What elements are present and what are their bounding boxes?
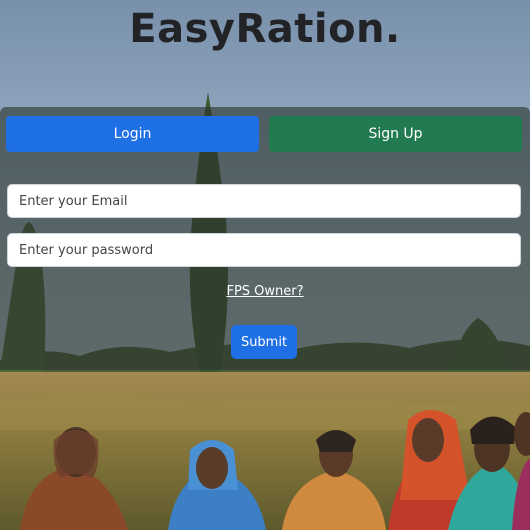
signup-tab[interactable]: Sign Up <box>269 116 522 152</box>
email-input[interactable] <box>7 184 521 218</box>
login-tab[interactable]: Login <box>6 116 259 152</box>
login-page: EasyRation. Login Sign Up FPS Owner? Sub… <box>0 0 530 530</box>
auth-panel: Login Sign Up FPS Owner? Submit <box>0 107 530 370</box>
password-input[interactable] <box>7 233 521 267</box>
app-logo: EasyRation. <box>129 6 401 52</box>
submit-button[interactable]: Submit <box>231 325 297 359</box>
fps-owner-link[interactable]: FPS Owner? <box>0 284 530 299</box>
